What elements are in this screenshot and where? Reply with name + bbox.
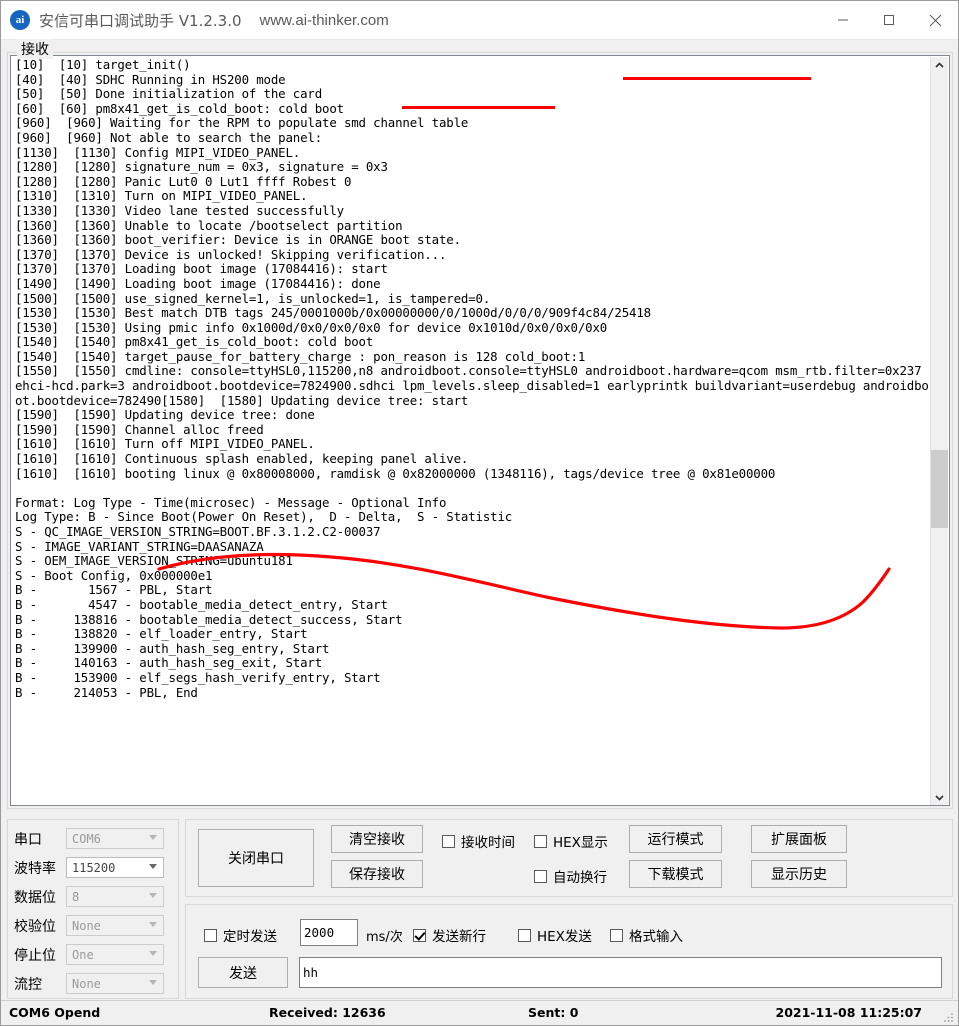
hex-send-checkbox[interactable]: HEX发送: [518, 925, 592, 945]
send-interval-value: 2000: [304, 925, 335, 940]
send-newline-checkbox[interactable]: 发送新行: [413, 925, 486, 945]
serial-debug-assistant-window: ai 安信可串口调试助手 V1.2.3.0 www.ai-thinker.com…: [0, 0, 959, 1026]
label-databits: 数据位: [14, 889, 56, 906]
minimize-button[interactable]: [820, 1, 866, 39]
auto-wrap-label: 自动换行: [553, 870, 607, 886]
scroll-up-arrow-icon[interactable]: [931, 57, 948, 74]
show-history-button[interactable]: 显示历史: [751, 860, 847, 888]
receive-controls-group: 关闭串口 清空接收 保存接收 接收时间 HEX显示 自动换行 运行模式 下载模式…: [185, 819, 953, 897]
status-received-count: Received: 12636: [269, 1005, 386, 1020]
setting-row-stopbits: 停止位 One: [14, 940, 178, 969]
checkbox-box: [518, 928, 531, 942]
status-sent-count: Sent: 0: [528, 1005, 579, 1020]
checkbox-box: [442, 834, 455, 848]
title-bar: ai 安信可串口调试助手 V1.2.3.0 www.ai-thinker.com: [1, 1, 958, 40]
receive-time-label: 接收时间: [461, 835, 515, 851]
chevron-down-icon: [149, 864, 157, 869]
serial-settings-group: 串口 COM6 波特率 115200 数据位 8 校验位 None 停止位 On…: [7, 819, 179, 999]
maximize-button[interactable]: [866, 1, 912, 39]
label-parity: 校验位: [14, 918, 56, 935]
status-datetime: 2021-11-08 11:25:07: [775, 1005, 923, 1020]
status-port-state: COM6 Opend: [9, 1005, 101, 1020]
receive-time-checkbox[interactable]: 接收时间: [442, 831, 515, 851]
chevron-down-icon: [149, 922, 157, 927]
port-select[interactable]: COM6: [66, 828, 164, 849]
save-receive-button[interactable]: 保存接收: [331, 860, 423, 888]
send-interval-input[interactable]: 2000: [300, 919, 358, 946]
status-bar: COM6 Opend Received: 12636 Sent: 0 2021-…: [1, 1000, 958, 1025]
run-mode-button[interactable]: 运行模式: [629, 825, 722, 853]
scrollbar-thumb[interactable]: [931, 450, 948, 528]
checkbox-box: [534, 869, 547, 883]
databits-select[interactable]: 8: [66, 886, 164, 907]
receive-group: 接收 [10] [10] target_init() [40] [40] SDH…: [7, 39, 953, 813]
format-input-checkbox[interactable]: 格式输入: [610, 925, 683, 945]
timed-send-checkbox[interactable]: 定时发送: [204, 925, 277, 945]
baudrate-value: 115200: [72, 860, 116, 875]
timed-send-label: 定时发送: [223, 929, 277, 945]
parity-select[interactable]: None: [66, 915, 164, 936]
stopbits-value: One: [72, 947, 94, 962]
send-controls-group: 定时发送 2000 ms/次 发送新行 HEX发送 格式输入 发送 hh: [185, 904, 953, 999]
setting-row-port: 串口 COM6: [14, 824, 178, 853]
setting-row-flowcontrol: 流控 None: [14, 969, 178, 998]
receive-log-text: [10] [10] target_init() [40] [40] SDHC R…: [15, 57, 929, 700]
log-scrollbar[interactable]: [930, 57, 948, 805]
parity-value: None: [72, 918, 101, 933]
send-newline-label: 发送新行: [432, 929, 486, 945]
setting-row-databits: 数据位 8: [14, 882, 178, 911]
app-logo-text: ai: [15, 13, 25, 26]
hex-send-label: HEX发送: [537, 929, 592, 945]
chevron-down-icon: [149, 980, 157, 985]
format-input-label: 格式输入: [629, 929, 683, 945]
chevron-down-icon: [149, 835, 157, 840]
checkbox-box: [413, 928, 426, 942]
label-port: 串口: [14, 831, 42, 848]
checkbox-box: [534, 834, 547, 848]
send-text-value: hh: [303, 965, 319, 980]
send-button[interactable]: 发送: [198, 957, 288, 988]
window-title: 安信可串口调试助手 V1.2.3.0: [39, 11, 242, 30]
close-port-button[interactable]: 关闭串口: [198, 829, 314, 887]
label-stopbits: 停止位: [14, 947, 56, 964]
port-value: COM6: [72, 831, 101, 846]
expand-panel-button[interactable]: 扩展面板: [751, 825, 847, 853]
setting-row-baudrate: 波特率 115200: [14, 853, 178, 882]
checkbox-box: [610, 928, 623, 942]
flowcontrol-value: None: [72, 976, 101, 991]
receive-log-area[interactable]: [10] [10] target_init() [40] [40] SDHC R…: [10, 55, 950, 806]
interval-unit-label: ms/次: [366, 930, 403, 945]
label-baudrate: 波特率: [14, 860, 56, 877]
window-controls: [820, 1, 958, 39]
download-mode-button[interactable]: 下载模式: [629, 860, 722, 888]
databits-value: 8: [72, 889, 80, 904]
setting-row-parity: 校验位 None: [14, 911, 178, 940]
baudrate-select[interactable]: 115200: [66, 857, 164, 878]
send-text-input[interactable]: hh: [299, 957, 942, 988]
receive-group-label: 接收: [17, 39, 53, 59]
close-button[interactable]: [912, 1, 958, 39]
stopbits-select[interactable]: One: [66, 944, 164, 965]
clear-receive-button[interactable]: 清空接收: [331, 825, 423, 853]
chevron-down-icon: [149, 893, 157, 898]
hex-display-label: HEX显示: [553, 835, 608, 851]
checkbox-box: [204, 928, 217, 942]
flowcontrol-select[interactable]: None: [66, 973, 164, 994]
auto-wrap-checkbox[interactable]: 自动换行: [534, 866, 607, 886]
resize-grip-icon[interactable]: [943, 1011, 955, 1023]
scroll-down-arrow-icon[interactable]: [931, 789, 948, 805]
hex-display-checkbox[interactable]: HEX显示: [534, 831, 608, 851]
app-logo-icon: ai: [10, 10, 30, 30]
vendor-url: www.ai-thinker.com: [259, 11, 389, 29]
chevron-down-icon: [149, 951, 157, 956]
label-flowcontrol: 流控: [14, 976, 42, 993]
